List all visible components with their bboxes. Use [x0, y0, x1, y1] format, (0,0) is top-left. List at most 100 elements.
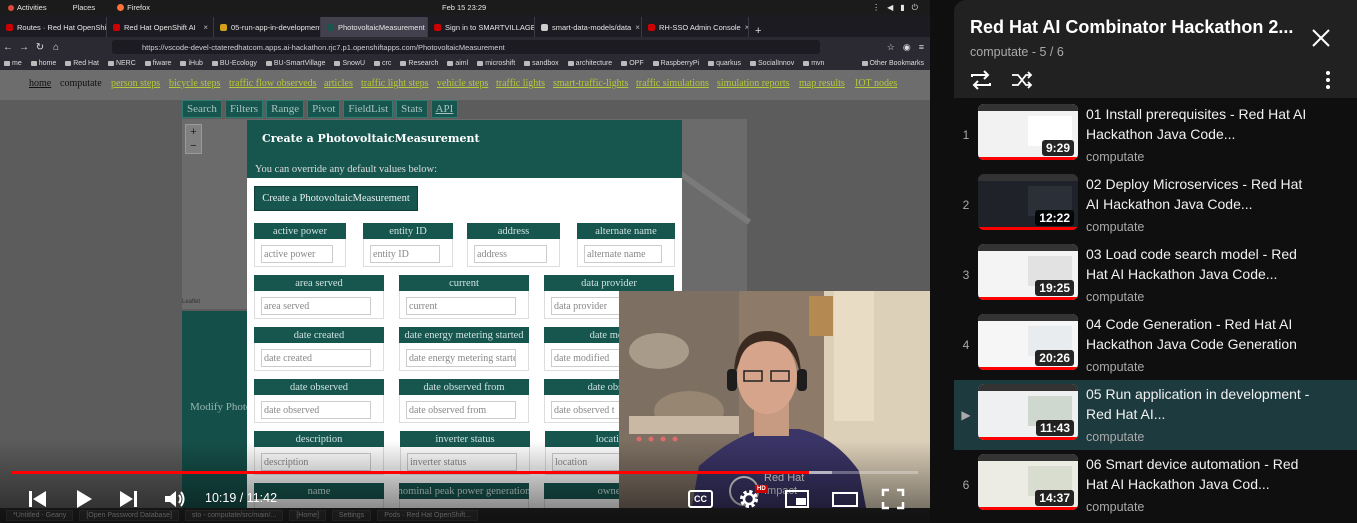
playlist-item-channel[interactable]: computate	[1086, 150, 1144, 164]
browser-tab: Routes · Red Hat OpenShift×	[0, 17, 107, 37]
video-thumbnail[interactable]: 9:29	[978, 104, 1078, 160]
thumbnail-progress	[978, 367, 1078, 370]
captions-button[interactable]: CC	[688, 490, 713, 508]
thumbnail-progress	[978, 437, 1078, 440]
field-body: date observed	[254, 395, 384, 423]
close-playlist-button[interactable]	[1308, 25, 1334, 51]
power-icon: ⏻	[911, 2, 918, 12]
video-thumbnail[interactable]: 20:26	[978, 314, 1078, 370]
dialog-title: Create a PhotovoltaicMeasurement	[262, 132, 480, 145]
playlist-item[interactable]: 3 19:25 03 Load code search model - Red Ha…	[954, 240, 1357, 310]
video-thumbnail[interactable]: 12:22	[978, 174, 1078, 230]
play-button[interactable]	[71, 487, 97, 511]
thumbnail-toolbar	[978, 174, 1078, 181]
more-actions-button[interactable]	[1315, 67, 1341, 93]
reload-icon: ↻	[35, 41, 45, 53]
field-input: date energy metering starte	[406, 349, 516, 367]
site-nav-traffic-lights: traffic lights	[496, 78, 545, 89]
site-nav-map-results: map results	[799, 78, 845, 89]
field-body: alternate name	[577, 239, 675, 267]
browser-tab: 05-run-app-in-development×	[214, 17, 321, 37]
theater-mode-button[interactable]	[832, 487, 858, 511]
playlist-item[interactable]: 1 9:29 01 Install prerequisites - Red Hat …	[954, 100, 1357, 170]
form-field: date energy metering started date energy …	[399, 327, 529, 371]
form-field: alternate name alternate name	[577, 223, 675, 267]
tab-favicon-icon	[220, 23, 227, 31]
form-field: current current	[399, 275, 529, 319]
site-nav-traffic-simulations: traffic simulations	[636, 78, 709, 89]
miniplayer-button[interactable]	[784, 487, 810, 511]
video-thumbnail[interactable]: 19:25	[978, 244, 1078, 300]
playlist-item[interactable]: ▶ 11:43 05 Run application in development …	[954, 380, 1357, 450]
playlist-item-channel[interactable]: computate	[1086, 360, 1144, 374]
field-label: active power	[254, 223, 346, 239]
form-field: active power active power	[254, 223, 346, 267]
form-field: date observed date observed	[254, 379, 384, 423]
playlist-item-channel[interactable]: computate	[1086, 290, 1144, 304]
site-nav: home computate person steps bicycle steps tr…	[0, 70, 930, 100]
thumbnail-toolbar	[978, 384, 1078, 391]
playlist-item-channel[interactable]: computate	[1086, 220, 1144, 234]
previous-button[interactable]	[26, 487, 52, 511]
playlist-item-title[interactable]: 04 Code Generation - Red Hat AI Hackatho…	[1086, 314, 1311, 354]
field-body: area served	[254, 291, 384, 319]
progress-bar[interactable]	[12, 471, 918, 474]
playlist-item-title[interactable]: 05 Run application in development - Red …	[1086, 384, 1311, 424]
form-field: entity ID entity ID	[363, 223, 453, 267]
forward-icon: →	[19, 41, 29, 53]
app-label: Firefox	[127, 3, 151, 12]
next-button[interactable]	[115, 487, 141, 511]
bookmark-item: SnowU	[334, 60, 365, 67]
field-label: data provider	[544, 275, 674, 291]
hd-badge: HD	[755, 485, 768, 493]
playlist-item-channel[interactable]: computate	[1086, 500, 1144, 514]
search-tool-stats: Stats	[396, 100, 428, 118]
playlist-title[interactable]: Red Hat AI Combinator Hackathon 2...	[970, 17, 1293, 38]
video-thumbnail[interactable]: 11:43	[978, 384, 1078, 440]
fullscreen-button[interactable]	[880, 487, 906, 511]
extensions-icon: ◉	[902, 41, 911, 52]
playlist-item[interactable]: 6 14:37 06 Smart device automation - Red H…	[954, 450, 1357, 520]
video-duration: 9:29	[1041, 140, 1074, 156]
shuffle-button[interactable]	[1009, 67, 1035, 93]
loop-button[interactable]	[968, 67, 994, 93]
playlist-panel: Red Hat AI Combinator Hackathon 2... com…	[954, 0, 1357, 523]
playlist-item-index: 3	[962, 268, 970, 282]
playlist-item[interactable]: 2 12:22 02 Deploy Microservices - Red Hat …	[954, 170, 1357, 240]
volume-icon	[165, 491, 185, 507]
field-input: alternate name	[584, 245, 662, 263]
bookmark-item: Red Hat	[65, 60, 99, 67]
bookmark-item: microshift	[477, 60, 515, 67]
playlist-item-channel[interactable]: computate	[1086, 430, 1144, 444]
form-field: date observed from date observed from	[399, 379, 529, 423]
leaflet-attribution: Leaflet	[182, 299, 201, 305]
video-thumbnail[interactable]: 14:37	[978, 454, 1078, 510]
search-tool-search: Search	[182, 100, 222, 118]
field-input: date observed	[261, 401, 371, 419]
places-menu: Places	[72, 3, 96, 12]
url-text: https://vscode-devel-ctateredhatcom.apps…	[142, 42, 505, 52]
app-menu: Firefox	[117, 3, 150, 12]
close-icon	[1312, 29, 1330, 47]
playlist-item-title[interactable]: 02 Deploy Microservices - Red Hat AI Hac…	[1086, 174, 1311, 214]
video-player[interactable]: Activities Places Firefox Feb 15 23:29 ⋮…	[0, 0, 930, 523]
bookmarks-bar: me home Red Hat NERC fiware iHub BU-Ecology BU-…	[0, 57, 930, 70]
playlist-item-title[interactable]: 01 Install prerequisites - Red Hat AI Ha…	[1086, 104, 1311, 144]
site-nav-iot-nodes: IOT nodes	[855, 78, 898, 89]
playlist-item-index: ▶	[961, 408, 971, 422]
field-body: entity ID	[363, 239, 453, 267]
playlist-item[interactable]: 4 20:26 04 Code Generation - Red Hat AI Ha…	[954, 310, 1357, 380]
tab-close-icon: ×	[635, 22, 640, 32]
search-toolbar: Search Filters Range Pivot FieldList Stats API	[182, 100, 459, 118]
playlist-channel[interactable]: computate	[970, 45, 1028, 59]
volume-button[interactable]	[162, 487, 188, 511]
playlist-item-index: 1	[962, 128, 970, 142]
bookmark-item: BU-SmartVillage	[266, 60, 326, 67]
bookmark-item: BU-Ecology	[212, 60, 257, 67]
browser-tab: PhotovoltaicMeasurement×	[321, 17, 428, 37]
playlist-item-title[interactable]: 06 Smart device automation - Red Hat AI …	[1086, 454, 1311, 494]
bookmark-item: Research	[400, 60, 438, 67]
previous-icon	[29, 491, 46, 507]
playlist-item-title[interactable]: 03 Load code search model - Red Hat AI H…	[1086, 244, 1311, 284]
played-bar	[12, 471, 810, 474]
